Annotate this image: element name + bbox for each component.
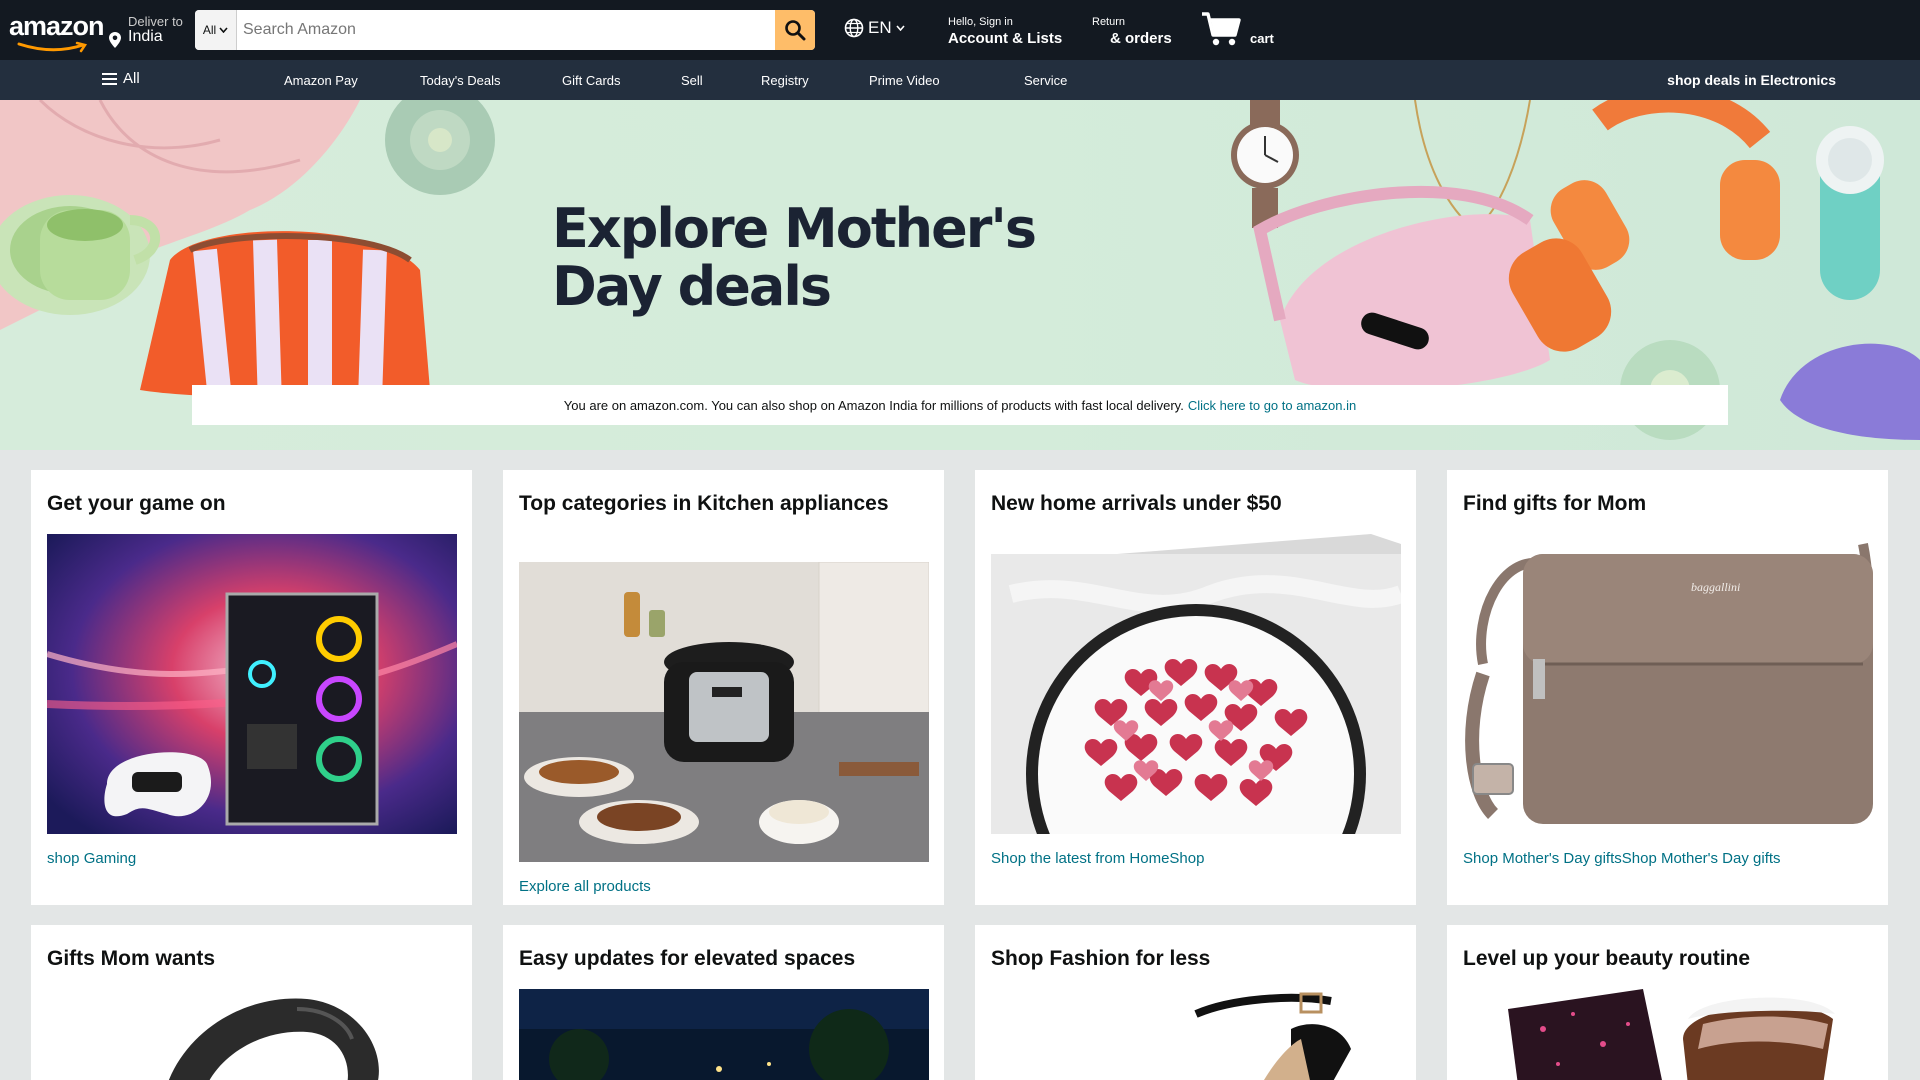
notice-text: You are on amazon.com. You can also shop… (563, 397, 1184, 413)
sandal-image[interactable] (991, 989, 1401, 1080)
globe-icon (844, 18, 864, 38)
search-category-label: All (202, 23, 217, 37)
returns-label: Return (1092, 16, 1126, 28)
card-gifts-mom-wants: Gifts Mom wants (31, 925, 472, 1080)
account-lists-label: Account & Lists (948, 30, 1063, 47)
card-title: New home arrivals under $50 (991, 492, 1282, 515)
crossbody-bag-image[interactable]: baggallini (1463, 534, 1873, 834)
card-link[interactable]: Explore all products (519, 878, 651, 895)
deliver-to-location[interactable]: Deliver to India (108, 14, 188, 48)
card-link[interactable]: shop Gaming (47, 850, 136, 867)
bag-brand-label: baggallini (1691, 580, 1741, 594)
nav-link-amazon-pay[interactable]: Amazon Pay (284, 73, 420, 88)
hero-banner[interactable]: Explore Mother's Day deals You are on am… (0, 100, 1920, 450)
electronics-deals-promo[interactable]: shop deals in Electronics (1667, 72, 1836, 88)
amazon-india-notice: You are on amazon.com. You can also shop… (192, 385, 1728, 425)
nav-link-todays-deals[interactable]: Today's Deals (420, 73, 562, 88)
rice-cooker-image[interactable] (519, 562, 929, 862)
card-title: Gifts Mom wants (47, 947, 216, 970)
cart-icon (1202, 12, 1241, 46)
night-garden-image[interactable] (519, 989, 929, 1080)
makeup-brush-image[interactable] (1463, 989, 1873, 1080)
cart-button[interactable]: cart (1200, 10, 1274, 48)
orders-label: & orders (1110, 30, 1172, 47)
all-menu-button[interactable]: All (102, 70, 140, 87)
chevron-down-icon (896, 25, 905, 31)
chevron-down-icon (219, 27, 228, 33)
card-title: Shop Fashion for less (991, 947, 1211, 970)
search-icon (785, 20, 806, 41)
language-selector[interactable]: EN (844, 18, 905, 38)
amazon-india-link[interactable]: Click here to go to amazon.in (1188, 398, 1356, 413)
card-elevated-spaces: Easy updates for elevated spaces (503, 925, 944, 1080)
hero-title: Explore Mother's Day deals (552, 197, 1037, 318)
sign-in-greeting: Hello, Sign in (948, 16, 1013, 28)
returns-and-orders[interactable]: Return & orders (1092, 16, 1172, 47)
nav-link-service[interactable]: Service (1024, 73, 1104, 88)
amazon-logo[interactable]: amazon (2, 4, 105, 54)
card-title: Find gifts for Mom (1463, 492, 1647, 515)
card-home-arrivals: New home arrivals under $50 Shop the lat… (975, 470, 1416, 905)
top-nav-bar: amazon Deliver to India All Search Amazo… (0, 0, 1920, 60)
language-label: EN (868, 18, 892, 37)
card-link[interactable]: Shop the latest from HomeShop (991, 850, 1204, 867)
search-bar: All (195, 10, 815, 50)
all-menu-label: All (123, 70, 140, 87)
nav-link-prime-video[interactable]: Prime Video (869, 73, 1024, 88)
cart-label: cart (1250, 31, 1274, 46)
gaming-pc-image[interactable] (47, 534, 457, 834)
card-title: Top categories in Kitchen appliances (519, 492, 889, 515)
card-title: Get your game on (47, 492, 226, 515)
smart-ring-image[interactable] (47, 989, 457, 1080)
smile-arrow-icon (17, 41, 88, 53)
card-fashion-for-less: Shop Fashion for less (975, 925, 1416, 1080)
napkins-hearts-image[interactable] (991, 534, 1401, 834)
account-and-lists[interactable]: Hello, Sign in Account & Lists (948, 16, 1062, 47)
nav-link-sell[interactable]: Sell (681, 73, 761, 88)
secondary-nav-bar: All Amazon Pay Today's Deals Gift Cards … (0, 60, 1920, 100)
card-title: Easy updates for elevated spaces (519, 947, 856, 970)
card-link[interactable]: Shop Mother's Day giftsShop Mother's Day… (1463, 850, 1781, 867)
deliver-label: Deliver to (128, 14, 183, 29)
card-kitchen: Top categories in Kitchen appliances Exp… (503, 470, 944, 905)
card-gaming: Get your game on shop Gaming (31, 470, 472, 905)
card-gifts-for-mom: Find gifts for Mom baggallini Shop Mothe… (1447, 470, 1888, 905)
subnav-links: Amazon Pay Today's Deals Gift Cards Sell… (284, 73, 1104, 88)
hamburger-menu-icon (102, 72, 117, 85)
card-beauty-routine: Level up your beauty routine (1447, 925, 1888, 1080)
search-input[interactable] (237, 10, 775, 50)
location-pin-icon (109, 32, 121, 48)
logo-text: amazon (9, 11, 105, 41)
search-button[interactable] (775, 10, 815, 50)
card-title: Level up your beauty routine (1463, 947, 1751, 970)
nav-link-gift-cards[interactable]: Gift Cards (562, 73, 681, 88)
search-category-dropdown[interactable]: All (195, 10, 237, 50)
nav-link-registry[interactable]: Registry (761, 73, 869, 88)
